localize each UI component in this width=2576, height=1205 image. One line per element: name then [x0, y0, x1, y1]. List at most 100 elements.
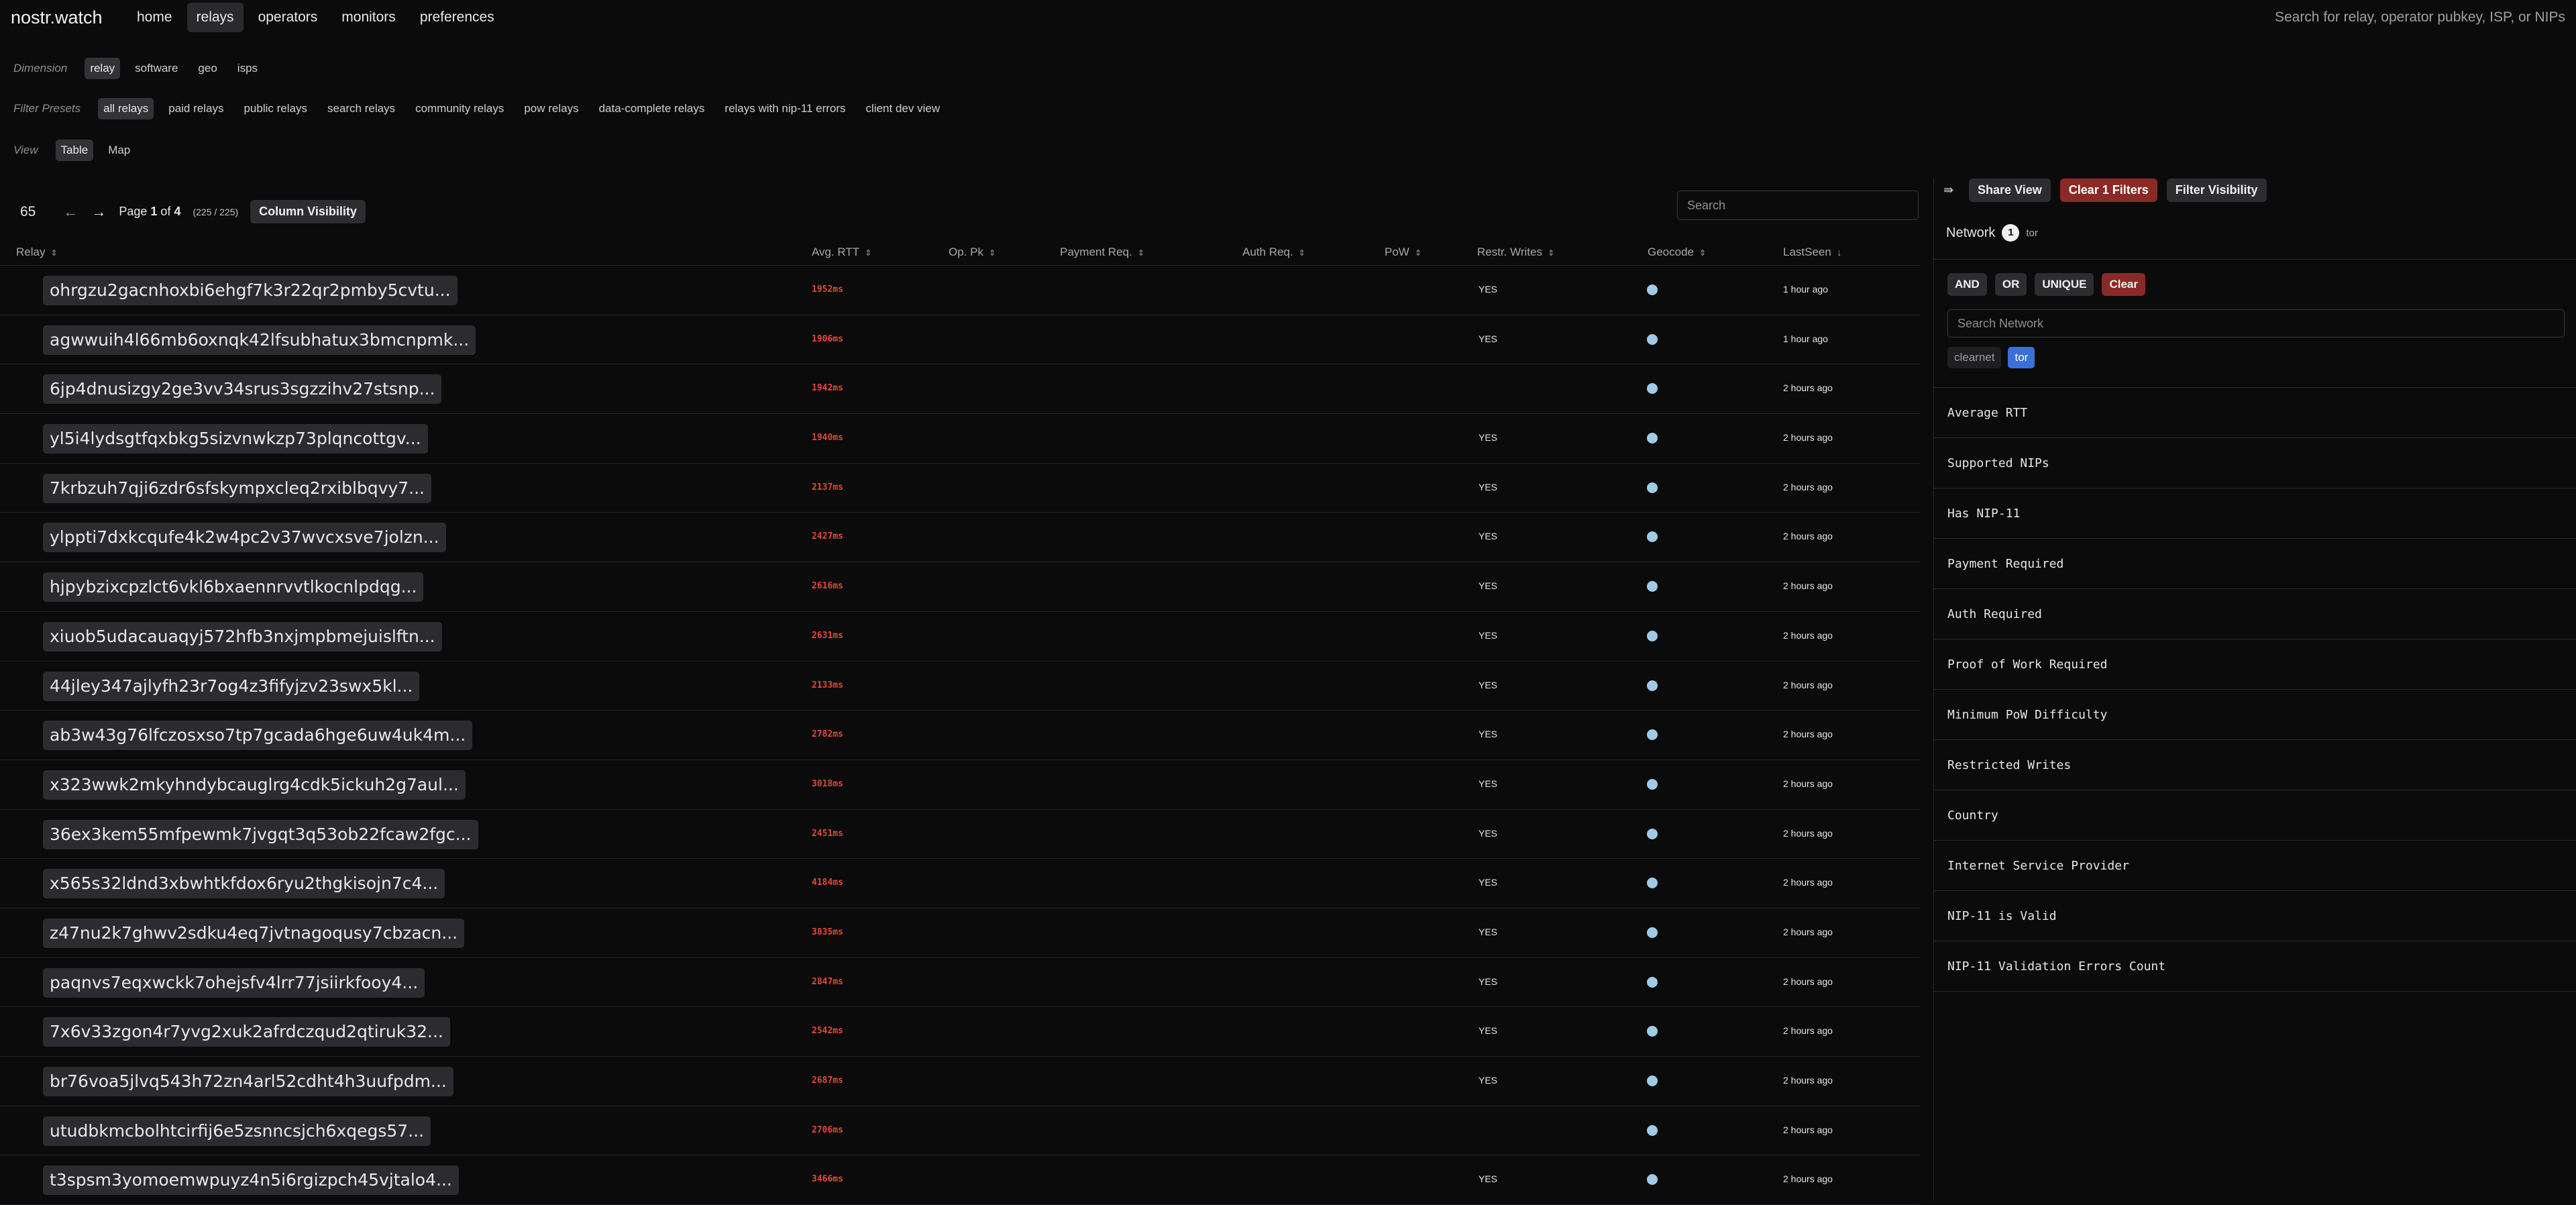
table-row[interactable]: paqnvs7eqxwckk7ohejsfv4lrr77jsiirkfooy4.… [0, 958, 1920, 1008]
view-table[interactable]: Table [55, 140, 94, 161]
facet-item[interactable]: Has NIP-11 [1934, 488, 2576, 539]
table-row[interactable]: yl5i4lydsgtfqxbkg5sizvnwkzp73plqncottgv.… [0, 414, 1920, 464]
facet-item[interactable]: Internet Service Provider [1934, 841, 2576, 891]
relay-url-chip[interactable]: 7krbzuh7qji6zdr6sfskympxcleq2rxiblbqvy7.… [43, 473, 431, 503]
relay-url-chip[interactable]: ab3w43g76lfczosxso7tp7gcada6hge6uw4uk4m.… [43, 721, 473, 751]
col-payment-req[interactable]: Payment Req. ⇕ [1060, 246, 1144, 259]
relay-url-chip[interactable]: yl5i4lydsgtfqxbkg5sizvnwkzp73plqncottgv.… [43, 424, 428, 454]
facet-item[interactable]: Proof of Work Required [1934, 639, 2576, 690]
dimension-geo[interactable]: geo [193, 58, 222, 79]
relay-url-chip[interactable]: br76voa5jlvq543h72zn4arl52cdht4h3uufpdm.… [43, 1067, 453, 1096]
col-op-pk[interactable]: Op. Pk ⇕ [949, 246, 996, 259]
logic-unique-button[interactable]: UNIQUE [2035, 273, 2094, 296]
relay-url-chip[interactable]: ohrgzu2gacnhoxbi6ehgf7k3r22qr2pmby5cvtu.… [43, 276, 458, 305]
relay-url-chip[interactable]: hjpybzixcpzlct6vkl6bxaennrvvtlkocnlpdqg.… [43, 572, 424, 602]
brand-logo[interactable]: nostr.watch [11, 7, 103, 28]
preset-community-relays[interactable]: community relays [410, 98, 509, 119]
facet-item[interactable]: Payment Required [1934, 539, 2576, 589]
relay-url-chip[interactable]: z47nu2k7ghwv2sdku4eq7jvtnagoqusy7cbzacn.… [43, 918, 465, 948]
logic-or-button[interactable]: OR [1994, 273, 2027, 296]
col-relay[interactable]: Relay ⇕ [16, 246, 58, 259]
preset-search-relays[interactable]: search relays [322, 98, 400, 119]
table-row[interactable]: agwwuih4l66mb6oxnqk42lfsubhatux3bmcnpmk.… [0, 315, 1920, 365]
col-restr-writes[interactable]: Restr. Writes ⇕ [1477, 246, 1554, 259]
panel-toggle-icon[interactable]: ⇛ [1943, 183, 1960, 197]
preset-all-relays[interactable]: all relays [98, 98, 154, 119]
network-clear-button[interactable]: Clear [2102, 273, 2145, 296]
col-avg-rtt[interactable]: Avg. RTT ⇕ [812, 246, 871, 259]
global-search[interactable]: Search for relay, operator pubkey, ISP, … [2275, 9, 2565, 25]
table-row[interactable]: ylppti7dxkcqufe4k2w4pc2v37wvcxsve7jolzn.… [0, 513, 1920, 563]
relay-url-chip[interactable]: 6jp4dnusizgy2ge3vv34srus3sgzzihv27stsnp.… [43, 374, 442, 405]
table-row[interactable]: 44jley347ajlyfh23r7og4z3fifyjzv23swx5kl.… [0, 662, 1920, 711]
column-visibility-button[interactable]: Column Visibility [250, 200, 366, 223]
facet-item[interactable]: Minimum PoW Difficulty [1934, 690, 2576, 740]
preset-public-relays[interactable]: public relays [238, 98, 313, 119]
network-option-tor[interactable]: tor [2008, 347, 2035, 368]
table-row[interactable]: ab3w43g76lfczosxso7tp7gcada6hge6uw4uk4m.… [0, 711, 1920, 760]
facet-item[interactable]: Average RTT [1934, 388, 2576, 438]
network-filter-header[interactable]: Network 1 tor [1946, 224, 2038, 242]
table-row[interactable]: 6jp4dnusizgy2ge3vv34srus3sgzzihv27stsnp.… [0, 364, 1920, 415]
clear-filters-button[interactable]: Clear 1 Filters [2059, 178, 2157, 202]
nav-item-relays[interactable]: relays [186, 3, 244, 32]
restricted-writes-value: YES [1479, 284, 1498, 295]
facet-item[interactable]: NIP-11 is Valid [1934, 891, 2576, 941]
dimension-isps[interactable]: isps [232, 58, 263, 79]
restricted-writes-value: YES [1479, 432, 1498, 443]
page-size[interactable]: 65 [20, 204, 36, 220]
facet-item[interactable]: Auth Required [1934, 589, 2576, 639]
network-search-input[interactable] [1947, 309, 2565, 337]
table-row[interactable]: 36ex3kem55mfpewmk7jvgqt3q53ob22fcaw2fgc.… [0, 810, 1920, 859]
col-geocode[interactable]: Geocode ⇕ [1648, 246, 1706, 259]
table-row[interactable]: ohrgzu2gacnhoxbi6ehgf7k3r22qr2pmby5cvtu.… [0, 266, 1920, 315]
preset-client-dev-view[interactable]: client dev view [861, 98, 946, 119]
relay-url-chip[interactable]: x323wwk2mkyhndybcauglrg4cdk5ickuh2g7aul.… [43, 770, 466, 800]
network-option-clearnet[interactable]: clearnet [1947, 347, 2002, 368]
table-row[interactable]: hjpybzixcpzlct6vkl6bxaennrvvtlkocnlpdqg.… [0, 562, 1920, 612]
relay-url-chip[interactable]: t3spsm3yomoemwpuyz4n5i6rgizpch45vjtalo4.… [43, 1165, 459, 1196]
relay-url-chip[interactable]: 36ex3kem55mfpewmk7jvgqt3q53ob22fcaw2fgc.… [43, 819, 478, 849]
table-row[interactable]: z47nu2k7ghwv2sdku4eq7jvtnagoqusy7cbzacn.… [0, 908, 1920, 958]
nav-item-preferences[interactable]: preferences [411, 3, 504, 32]
preset-pow-relays[interactable]: pow relays [519, 98, 584, 119]
relay-url-chip[interactable]: utudbkmcbolhtcirfij6e5zsnncsjch6xqegs57.… [43, 1116, 431, 1146]
relay-url-chip[interactable]: xiuob5udacauaqyj572hfb3nxjmpbmejuislftn.… [43, 621, 442, 651]
table-row[interactable]: 7x6v33zgon4r7yvg2xuk2afrdczqud2qtiruk32.… [0, 1007, 1920, 1057]
table-row[interactable]: t3spsm3yomoemwpuyz4n5i6rgizpch45vjtalo4.… [0, 1155, 1920, 1205]
preset-nip11-errors[interactable]: relays with nip-11 errors [719, 98, 851, 119]
filter-visibility-button[interactable]: Filter Visibility [2166, 178, 2267, 202]
relay-url-chip[interactable]: ylppti7dxkcqufe4k2w4pc2v37wvcxsve7jolzn.… [43, 523, 446, 553]
relay-url-chip[interactable]: x565s32ldnd3xbwhtkfdox6ryu2thgkisojn7c4.… [43, 869, 445, 899]
logic-and-button[interactable]: AND [1947, 273, 1987, 296]
facet-item[interactable]: Country [1934, 790, 2576, 841]
table-row[interactable]: x565s32ldnd3xbwhtkfdox6ryu2thgkisojn7c4.… [0, 859, 1920, 908]
relay-url-chip[interactable]: 44jley347ajlyfh23r7og4z3fifyjzv23swx5kl.… [43, 671, 420, 701]
relay-url-chip[interactable]: agwwuih4l66mb6oxnqk42lfsubhatux3bmcnpmk.… [43, 325, 476, 355]
nav-item-monitors[interactable]: monitors [332, 3, 405, 32]
arrow-right-icon[interactable]: → [91, 203, 107, 221]
facet-item[interactable]: Supported NIPs [1934, 438, 2576, 488]
table-row[interactable]: x323wwk2mkyhndybcauglrg4cdk5ickuh2g7aul.… [0, 760, 1920, 810]
preset-paid-relays[interactable]: paid relays [163, 98, 229, 119]
share-view-button[interactable]: Share View [1969, 178, 2051, 202]
col-auth-req[interactable]: Auth Req. ⇕ [1242, 246, 1305, 259]
arrow-left-icon[interactable]: ← [62, 203, 78, 221]
preset-data-complete-relays[interactable]: data-complete relays [594, 98, 710, 119]
table-search-input[interactable] [1677, 191, 1919, 220]
nav-item-home[interactable]: home [127, 3, 182, 32]
relay-url-chip[interactable]: paqnvs7eqxwckk7ohejsfv4lrr77jsiirkfooy4.… [43, 967, 425, 998]
table-row[interactable]: utudbkmcbolhtcirfij6e5zsnncsjch6xqegs57.… [0, 1106, 1920, 1156]
facet-item[interactable]: Restricted Writes [1934, 740, 2576, 790]
col-pow[interactable]: PoW ⇕ [1385, 246, 1421, 259]
table-row[interactable]: 7krbzuh7qji6zdr6sfskympxcleq2rxiblbqvy7.… [0, 464, 1920, 513]
view-map[interactable]: Map [103, 140, 136, 161]
table-row[interactable]: xiuob5udacauaqyj572hfb3nxjmpbmejuislftn.… [0, 612, 1920, 662]
dimension-relay[interactable]: relay [85, 58, 121, 79]
nav-item-operators[interactable]: operators [249, 3, 327, 32]
relay-url-chip[interactable]: 7x6v33zgon4r7yvg2xuk2afrdczqud2qtiruk32.… [43, 1017, 450, 1047]
dimension-software[interactable]: software [129, 58, 183, 79]
table-row[interactable]: br76voa5jlvq543h72zn4arl52cdht4h3uufpdm.… [0, 1057, 1920, 1106]
facet-item[interactable]: NIP-11 Validation Errors Count [1934, 941, 2576, 992]
col-lastseen[interactable]: LastSeen ↓ [1783, 246, 1841, 259]
